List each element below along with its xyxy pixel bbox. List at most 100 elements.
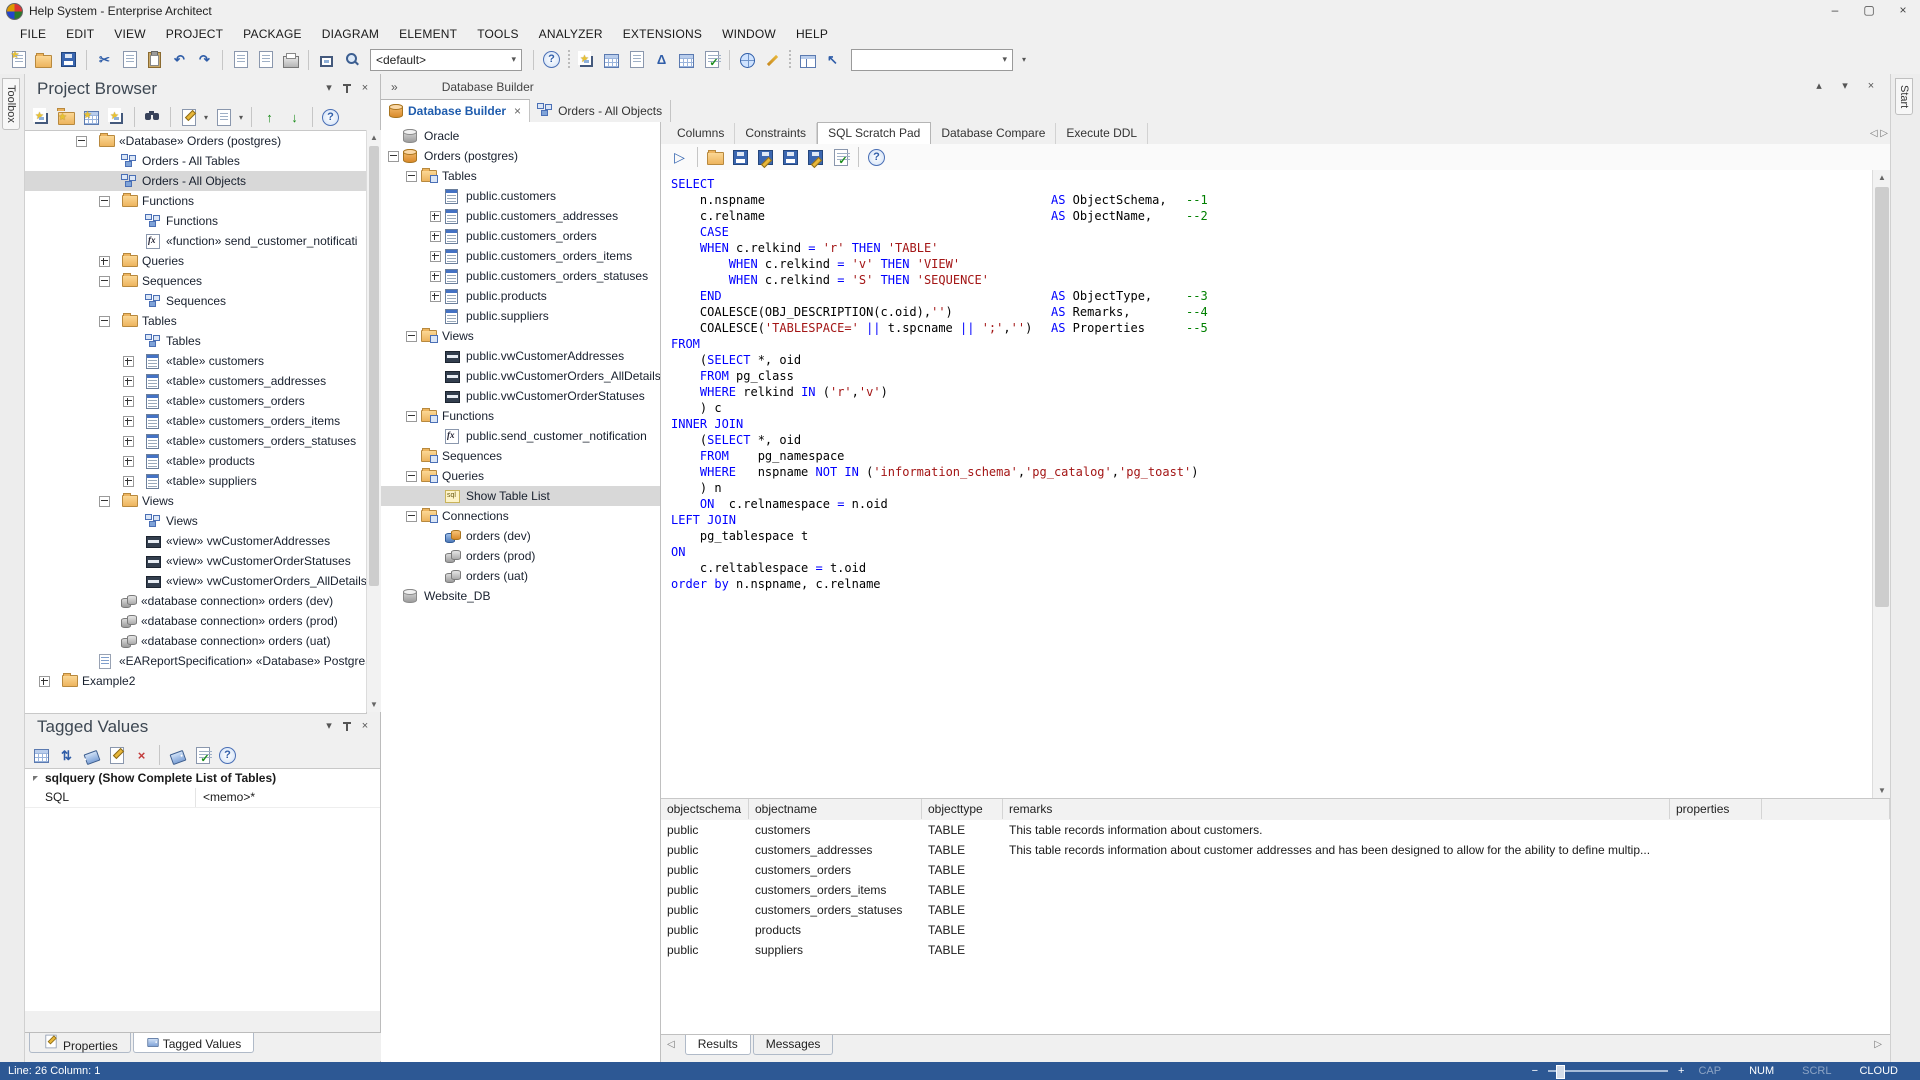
edit-notes-button[interactable] bbox=[177, 106, 200, 129]
new-tag-icon[interactable] bbox=[83, 749, 100, 764]
expand-icon[interactable] bbox=[430, 231, 441, 242]
save-result-button[interactable] bbox=[729, 146, 752, 169]
tree-item[interactable]: Views bbox=[25, 511, 366, 531]
save-sql-button[interactable] bbox=[779, 146, 802, 169]
column-header-properties[interactable]: properties bbox=[1670, 799, 1762, 819]
dock-tab-tagged-values[interactable]: Tagged Values bbox=[133, 1033, 255, 1053]
expand-icon[interactable] bbox=[430, 291, 441, 302]
sort-az-icon[interactable]: ⇅ bbox=[58, 747, 75, 764]
dropdown-arrow-icon[interactable]: ▾ bbox=[204, 113, 208, 122]
tree-item[interactable]: Functions bbox=[381, 406, 660, 426]
tree-item[interactable]: public.suppliers bbox=[381, 306, 660, 326]
chevron-double-icon[interactable]: » bbox=[391, 80, 398, 94]
tree-item[interactable]: Views bbox=[25, 491, 366, 511]
menu-item-edit[interactable]: EDIT bbox=[56, 24, 104, 44]
tree-item[interactable]: public.products bbox=[381, 286, 660, 306]
tree-item[interactable]: «database connection» orders (prod) bbox=[25, 611, 366, 631]
new-file-icon[interactable] bbox=[12, 51, 26, 68]
tree-item[interactable]: «table» products bbox=[25, 451, 366, 471]
tree-item[interactable]: Show Table List bbox=[381, 486, 660, 506]
sort-az-button[interactable]: ⇅ bbox=[55, 744, 78, 767]
zoom-slider-thumb[interactable] bbox=[1556, 1065, 1565, 1079]
collapse-icon[interactable] bbox=[99, 316, 110, 327]
execute-sql-icon[interactable]: ▷ bbox=[671, 149, 688, 166]
tag-icon[interactable] bbox=[169, 749, 186, 764]
tree-item[interactable]: Website_DB bbox=[381, 586, 660, 606]
undo-icon[interactable]: ↶ bbox=[171, 51, 188, 68]
tab-constraints[interactable]: Constraints bbox=[735, 123, 817, 144]
collapse-icon[interactable] bbox=[76, 136, 87, 147]
menu-item-extensions[interactable]: EXTENSIONS bbox=[613, 24, 712, 44]
expand-icon[interactable] bbox=[123, 416, 134, 427]
grouped-button[interactable] bbox=[30, 744, 53, 767]
new-package-icon[interactable] bbox=[58, 112, 75, 125]
menu-item-tools[interactable]: TOOLS bbox=[467, 24, 528, 44]
table-row[interactable]: publiccustomersTABLEThis table records i… bbox=[661, 820, 1890, 840]
model-search-button[interactable] bbox=[340, 48, 363, 71]
tree-item[interactable]: public.vwCustomerOrderStatuses bbox=[381, 386, 660, 406]
panel-close-icon[interactable]: × bbox=[356, 80, 374, 98]
new-element-button[interactable] bbox=[575, 48, 598, 71]
table-row[interactable]: publicsuppliersTABLE bbox=[661, 940, 1890, 960]
column-header-objectname[interactable]: objectname bbox=[749, 799, 922, 819]
tag-button[interactable] bbox=[166, 744, 189, 767]
window-layout-icon[interactable] bbox=[800, 55, 816, 68]
checklist-button[interactable] bbox=[700, 48, 723, 71]
collapse-triangle-icon[interactable] bbox=[33, 776, 38, 781]
menu-item-package[interactable]: PACKAGE bbox=[233, 24, 312, 44]
draw-line-button[interactable] bbox=[761, 48, 784, 71]
zoom-out-button[interactable]: − bbox=[1532, 1065, 1538, 1077]
menu-item-window[interactable]: WINDOW bbox=[712, 24, 786, 44]
tab-execute-ddl[interactable]: Execute DDL bbox=[1056, 123, 1148, 144]
cut-button[interactable]: ✂ bbox=[93, 48, 116, 71]
column-header-objecttype[interactable]: objecttype bbox=[922, 799, 1003, 819]
tree-item[interactable]: public.customers_addresses bbox=[381, 206, 660, 226]
cut-icon[interactable]: ✂ bbox=[96, 51, 113, 68]
tree-item[interactable]: «table» suppliers bbox=[25, 471, 366, 491]
package-diagram-button[interactable] bbox=[675, 48, 698, 71]
tree-item[interactable]: Orders - All Tables bbox=[25, 151, 366, 171]
tag-group-label[interactable]: sqlquery (Show Complete List of Tables) bbox=[45, 769, 276, 788]
tree-item[interactable]: «table» customers_orders bbox=[25, 391, 366, 411]
delete-tag-icon[interactable]: × bbox=[133, 747, 150, 764]
expand-icon[interactable] bbox=[39, 676, 50, 687]
tree-item[interactable]: Functions bbox=[25, 211, 366, 231]
tree-item[interactable]: public.vwCustomerAddresses bbox=[381, 346, 660, 366]
copy-button[interactable] bbox=[118, 48, 141, 71]
tree-item[interactable]: «view» vwCustomerAddresses bbox=[25, 531, 366, 551]
tree-item[interactable]: Connections bbox=[381, 506, 660, 526]
table-row[interactable]: publiccustomers_orders_statusesTABLE bbox=[661, 900, 1890, 920]
table-row[interactable]: publiccustomers_orders_itemsTABLE bbox=[661, 880, 1890, 900]
chevron-down-icon[interactable]: ▾ bbox=[511, 54, 516, 65]
diagram-frame-button[interactable] bbox=[315, 48, 338, 71]
matrix-grid-button[interactable] bbox=[600, 48, 623, 71]
doc-tab-database-builder[interactable]: Database Builder× bbox=[381, 99, 530, 122]
help-icon[interactable]: ? bbox=[219, 747, 236, 764]
project-browser-scrollbar[interactable]: ▲ ▼ bbox=[366, 130, 381, 712]
tree-item[interactable]: Sequences bbox=[25, 271, 366, 291]
package-diagram-icon[interactable] bbox=[679, 54, 694, 68]
grouped-icon[interactable] bbox=[34, 749, 49, 763]
move-down-icon[interactable]: ↓ bbox=[286, 109, 303, 126]
new-model-button[interactable] bbox=[30, 106, 53, 129]
tab-sql-scratch-pad[interactable]: SQL Scratch Pad bbox=[817, 122, 931, 144]
tree-item[interactable]: Tables bbox=[25, 331, 366, 351]
collapse-icon[interactable] bbox=[406, 331, 417, 342]
checklist-icon[interactable] bbox=[705, 51, 719, 68]
new-element-icon[interactable] bbox=[580, 56, 593, 67]
new-element-icon[interactable] bbox=[110, 113, 123, 124]
analyzer-icon[interactable]: Δ bbox=[653, 51, 670, 68]
tree-item[interactable]: «view» vwCustomerOrders_AllDetails bbox=[25, 571, 366, 591]
find-in-project-button[interactable] bbox=[141, 106, 164, 129]
table-row[interactable]: publiccustomers_ordersTABLE bbox=[661, 860, 1890, 880]
help-button[interactable]: ? bbox=[216, 744, 239, 767]
search-combo[interactable]: ▾ bbox=[851, 49, 1013, 71]
expand-icon[interactable] bbox=[123, 476, 134, 487]
document-list-icon[interactable] bbox=[630, 51, 644, 68]
draw-line-icon[interactable] bbox=[767, 55, 778, 66]
redo-button[interactable]: ↷ bbox=[193, 48, 216, 71]
edit-notes-icon[interactable] bbox=[182, 109, 196, 126]
new-diagram-button[interactable] bbox=[80, 106, 103, 129]
page-copy-button[interactable] bbox=[254, 48, 277, 71]
zoom-slider[interactable] bbox=[1548, 1070, 1668, 1072]
